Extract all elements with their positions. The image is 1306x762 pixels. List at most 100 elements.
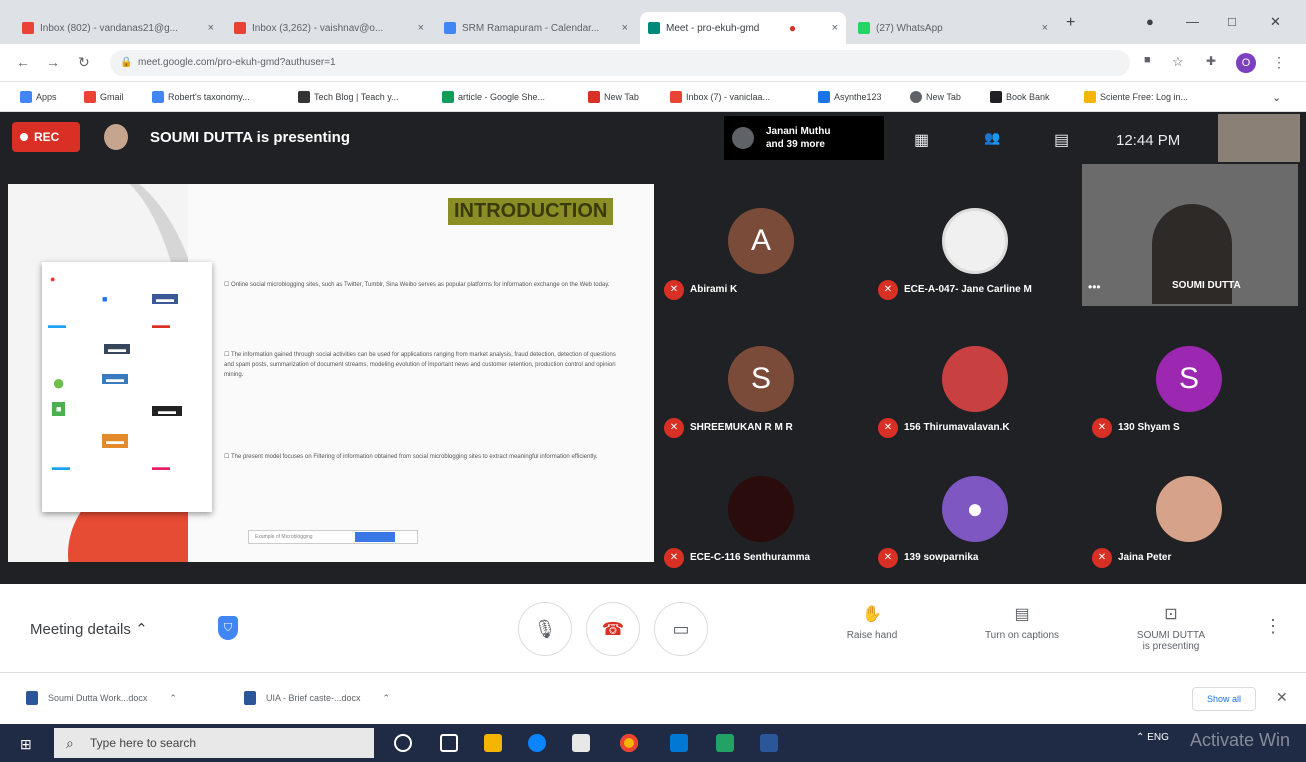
reload-icon[interactable]: ↻	[78, 54, 90, 71]
tab-label: SRM Ramapuram - Calendar...	[462, 22, 600, 34]
more-options-icon[interactable]: •••	[1088, 280, 1101, 294]
bookmark-apps[interactable]: Apps	[20, 91, 57, 103]
close-icon[interactable]: ×	[202, 22, 214, 34]
task-view-icon[interactable]	[440, 734, 458, 752]
security-shield-icon[interactable]: ⛉	[218, 616, 238, 640]
participant-tile-video[interactable]: ••• SOUMI DUTTA	[1082, 164, 1298, 306]
participant-tile[interactable]: ✕ ECE-A-047- Jane Carline M	[868, 184, 1080, 322]
bullet-text: The information gained through social ac…	[224, 352, 616, 378]
grid-layout-icon[interactable]: ▦	[914, 130, 929, 150]
tray-language: ENG	[1147, 732, 1169, 743]
bookmark-gmail[interactable]: Gmail	[84, 91, 124, 103]
more-options-kebab-icon[interactable]: ⋮	[1264, 616, 1282, 637]
word-icon[interactable]	[760, 734, 778, 752]
present-screen-icon: ⊡	[1164, 606, 1178, 623]
self-view-video[interactable]	[1218, 114, 1300, 162]
microphone-button[interactable]: 🎙	[518, 602, 572, 656]
system-tray[interactable]: ⌃ ENG	[1136, 732, 1169, 743]
bookmark-star-icon[interactable]: ☆	[1172, 54, 1184, 70]
apps-grid-icon	[20, 91, 32, 103]
edge-icon[interactable]	[528, 734, 546, 752]
camera-button[interactable]: ▭	[654, 602, 708, 656]
cortana-icon[interactable]	[394, 734, 412, 752]
presenting-button[interactable]: ⊡ SOUMI DUTTA is presenting	[1116, 604, 1226, 652]
menu-kebab-icon[interactable]: ⋮	[1272, 54, 1286, 71]
participant-tile[interactable]: ✕ ECE-C-116 Senthuramma	[654, 452, 866, 590]
logo-mark: ▬▬	[48, 320, 66, 330]
participant-tile[interactable]: S ✕ SHREEMUKAN R M R	[654, 322, 866, 460]
extensions-icon[interactable]: ✚	[1206, 54, 1216, 68]
store-icon[interactable]	[572, 734, 590, 752]
download-filename: UIA - Brief caste-...docx	[266, 693, 361, 703]
chrome-icon[interactable]	[620, 734, 638, 752]
presenting-label-1: SOUMI DUTTA	[1136, 630, 1206, 641]
bookmark-newtab-2[interactable]: New Tab	[910, 91, 961, 103]
bookmark-sheets[interactable]: article - Google She...	[442, 91, 545, 103]
downloads-bar: Soumi Dutta Work...docx ⌃ UIA - Brief cas…	[0, 672, 1306, 724]
user-avatar-icon	[732, 127, 754, 149]
raise-hand-button[interactable]: ✋ Raise hand	[832, 604, 912, 641]
chat-icon[interactable]: ▤	[1054, 130, 1069, 150]
bookmark-bookbank[interactable]: Book Bank	[990, 91, 1050, 103]
maximize-icon[interactable]: □	[1228, 14, 1236, 29]
mail-icon[interactable]	[670, 734, 688, 752]
participant-name: SOUMI DUTTA	[1172, 280, 1241, 291]
taskbar-search-box[interactable]: ⌕ Type here to search	[54, 728, 374, 758]
bookmark-label: Gmail	[100, 92, 124, 102]
bookmark-asynthe[interactable]: Asynthe123	[818, 91, 882, 103]
address-bar[interactable]: 🔒 meet.google.com/pro-ekuh-gmd?authuser=…	[110, 50, 1130, 76]
captions-button[interactable]: ▤ Turn on captions	[962, 604, 1082, 641]
participant-tile[interactable]: ✕ Jaina Peter	[1082, 452, 1294, 590]
window-close-icon[interactable]: ✕	[1270, 14, 1281, 30]
back-arrow-icon[interactable]: ←	[16, 54, 30, 70]
bookmark-blooms[interactable]: Robert's taxonomy...	[152, 91, 250, 103]
forward-arrow-icon[interactable]: →	[46, 54, 60, 70]
participant-tile[interactable]: ✕ 156 Thirumavalavan.K	[868, 322, 1080, 460]
download-item[interactable]: UIA - Brief caste-...docx ⌃	[244, 691, 390, 705]
excel-icon[interactable]	[716, 734, 734, 752]
participant-tile[interactable]: A ✕ Abirami K	[654, 184, 866, 322]
download-item[interactable]: Soumi Dutta Work...docx ⌃	[26, 691, 177, 705]
participant-tile[interactable]: ● ✕ 139 sowparnika	[868, 452, 1080, 590]
file-explorer-icon[interactable]	[484, 734, 502, 752]
people-count-icon[interactable]: 👥	[984, 130, 1000, 146]
bookmark-techblog[interactable]: Tech Blog | Teach y...	[298, 91, 399, 103]
slide-bullet: ☐ The information gained through social …	[224, 352, 616, 378]
browser-tab-gmail-2[interactable]: Inbox (3,262) - vaishnav@o... ×	[226, 12, 432, 44]
recording-badge: REC	[12, 122, 80, 152]
address-text: meet.google.com/pro-ekuh-gmd?authuser=1	[138, 57, 336, 68]
site-icon	[818, 91, 830, 103]
minimize-icon[interactable]: —	[1186, 14, 1199, 29]
participant-avatar	[942, 346, 1008, 412]
close-icon[interactable]: ×	[412, 22, 424, 34]
bookmark-sciente[interactable]: Sciente Free: Log in...	[1084, 91, 1188, 103]
close-icon[interactable]: ×	[616, 22, 628, 34]
participant-avatar: ●	[942, 476, 1008, 542]
participants-summary[interactable]: Janani Muthu and 39 more	[724, 116, 884, 160]
close-icon[interactable]: ×	[1036, 22, 1048, 34]
show-all-button[interactable]: Show all	[1192, 687, 1256, 711]
browser-tab-calendar[interactable]: SRM Ramapuram - Calendar... ×	[436, 12, 636, 44]
bookmark-label: Tech Blog | Teach y...	[314, 92, 399, 102]
bookmark-inbox[interactable]: Inbox (7) - vaniclaa...	[670, 91, 770, 103]
hand-icon: ✋	[862, 606, 882, 623]
chevron-up-icon[interactable]: ⌃	[383, 693, 391, 704]
meeting-details-button[interactable]: Meeting details ⌃	[30, 620, 148, 638]
close-icon[interactable]: ×	[826, 22, 838, 34]
windows-start-icon[interactable]: ⊞	[20, 736, 36, 752]
participant-tile[interactable]: S ✕ 130 Shyam S	[1082, 322, 1294, 460]
bookmark-newtab-1[interactable]: New Tab	[588, 91, 639, 103]
camera-icon[interactable]: ■	[1144, 54, 1151, 66]
browser-tabstrip: Inbox (802) - vandanas21@g... × Inbox (3…	[0, 0, 1306, 44]
browser-tab-meet[interactable]: Meet - pro-ekuh-gmd ● ×	[640, 12, 846, 44]
profile-avatar[interactable]: O	[1236, 53, 1256, 73]
bookmarks-overflow-chevron-icon[interactable]: ⌄	[1272, 91, 1281, 104]
chevron-up-icon[interactable]: ⌃	[169, 693, 177, 704]
close-icon[interactable]: ✕	[1276, 689, 1288, 706]
leave-call-button[interactable]: ☎	[586, 602, 640, 656]
mic-muted-icon: ✕	[1092, 418, 1112, 438]
browser-tab-whatsapp[interactable]: (27) WhatsApp ×	[850, 12, 1056, 44]
profile-circle-icon[interactable]: ●	[1146, 14, 1154, 29]
new-tab-button[interactable]: +	[1066, 14, 1075, 32]
browser-tab-gmail-1[interactable]: Inbox (802) - vandanas21@g... ×	[14, 12, 222, 44]
